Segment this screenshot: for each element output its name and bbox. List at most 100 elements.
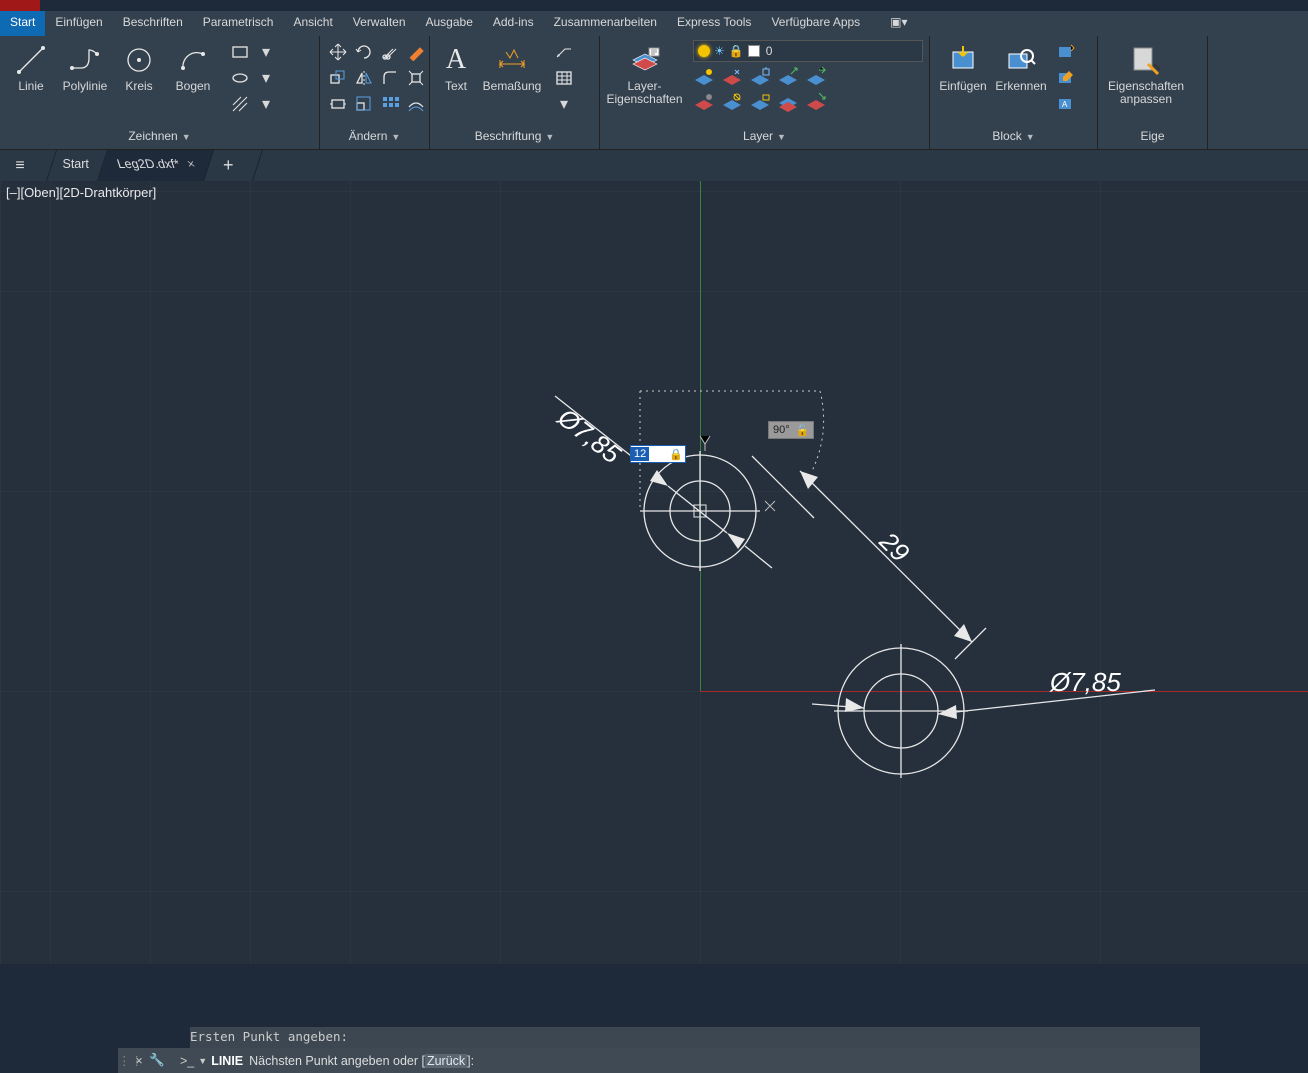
tab-addins[interactable]: Add-ins bbox=[483, 11, 544, 36]
close-cmd-icon[interactable]: × bbox=[130, 1054, 148, 1068]
panel-modify: Ändern▼ bbox=[320, 36, 430, 149]
lock-open-icon: 🔓 bbox=[796, 424, 810, 437]
drawing-canvas[interactable]: [–][Oben][2D-Drahtkörper] /*grid drawn b… bbox=[0, 181, 1308, 964]
swatch-icon bbox=[748, 45, 760, 57]
block-create-button[interactable] bbox=[1054, 40, 1078, 64]
hamburger-icon[interactable]: ≡ bbox=[0, 150, 40, 181]
panel-layer: Layer- Eigenschaften ☀ 🔒 0 bbox=[600, 36, 930, 149]
freeze-icon: ☀ bbox=[714, 44, 725, 58]
table-button[interactable] bbox=[552, 66, 576, 90]
file-tab-active[interactable]: Leg2D.dxf*× bbox=[98, 150, 214, 181]
layer-tool-3[interactable] bbox=[749, 66, 771, 88]
tab-zusammenarbeiten[interactable]: Zusammenarbeiten bbox=[544, 11, 667, 36]
grip-icon[interactable]: ⋮⋮ bbox=[118, 1053, 130, 1068]
panel-block: Einfügen Erkennen A Block▼ bbox=[930, 36, 1098, 149]
layer-tool-8[interactable] bbox=[749, 91, 771, 113]
tab-verwalten[interactable]: Verwalten bbox=[343, 11, 416, 36]
command-line[interactable]: ⋮⋮ × 🔧 >_ ▼ LINIE Nächsten Punkt angeben… bbox=[118, 1048, 1200, 1073]
tab-einfuegen[interactable]: Einfügen bbox=[45, 11, 112, 36]
layer-tool-grid bbox=[693, 66, 923, 113]
layer-tool-5[interactable] bbox=[805, 66, 827, 88]
layer-tool-9[interactable] bbox=[777, 91, 799, 113]
tab-start[interactable]: Start bbox=[0, 11, 45, 36]
scale-button[interactable] bbox=[352, 92, 376, 116]
ellipse-button[interactable] bbox=[228, 66, 252, 90]
distance-input[interactable]: 12🔒 bbox=[630, 445, 686, 463]
ellipse-dd[interactable]: ▾ bbox=[254, 66, 278, 90]
stretch-button[interactable] bbox=[326, 92, 350, 116]
panel-draw: Linie Polylinie Kreis Bogen ▾ ▾ ▾ Zeichn… bbox=[0, 36, 320, 149]
panel-modify-title[interactable]: Ändern▼ bbox=[320, 127, 429, 149]
panel-layer-title[interactable]: Layer▼ bbox=[600, 127, 929, 149]
lock-icon: 🔒 bbox=[729, 44, 744, 58]
ribbon: Linie Polylinie Kreis Bogen ▾ ▾ ▾ Zeichn… bbox=[0, 36, 1308, 150]
command-option[interactable]: Zurück bbox=[425, 1054, 467, 1068]
insert-button[interactable]: Einfügen bbox=[936, 40, 990, 93]
hatch-dd[interactable]: ▾ bbox=[254, 92, 278, 116]
dim-diam1: Ø7,85 bbox=[552, 401, 627, 469]
layer-tool-1[interactable] bbox=[693, 66, 715, 88]
bulb-icon bbox=[698, 45, 710, 57]
tab-apps[interactable]: Verfügbare Apps bbox=[761, 11, 870, 36]
move-button[interactable] bbox=[326, 40, 350, 64]
layer-name: 0 bbox=[766, 44, 922, 58]
tab-beschriften[interactable]: Beschriften bbox=[113, 11, 193, 36]
block-attr-button[interactable]: A bbox=[1054, 92, 1078, 116]
match-props-button[interactable]: Eigenschaften anpassen bbox=[1104, 40, 1188, 106]
panel-props-title[interactable]: Eige bbox=[1098, 127, 1207, 149]
layer-props-button[interactable]: Layer- Eigenschaften bbox=[606, 40, 683, 106]
panel-draw-title[interactable]: Zeichnen▼ bbox=[0, 127, 319, 149]
dimension-button[interactable]: Bemaßung bbox=[480, 40, 544, 93]
ribbon-tabs: Start Einfügen Beschriften Parametrisch … bbox=[0, 11, 1308, 36]
close-icon[interactable]: × bbox=[185, 157, 197, 171]
trim-button[interactable] bbox=[378, 40, 402, 64]
panel-annotate: AText Bemaßung ▾ Beschriftung▼ bbox=[430, 36, 600, 149]
arc-button[interactable]: Bogen bbox=[168, 40, 218, 93]
dim-diam2: Ø7,85 bbox=[1049, 667, 1121, 697]
mirror-button[interactable] bbox=[352, 66, 376, 90]
anno-dd[interactable]: ▾ bbox=[552, 92, 576, 116]
lock-icon: 🔒 bbox=[667, 448, 685, 461]
command-history: Ersten Punkt angeben: bbox=[190, 1027, 1200, 1048]
wrench-icon[interactable]: 🔧 bbox=[148, 1053, 166, 1068]
tab-featured[interactable]: ▣▾ bbox=[880, 11, 917, 36]
erase-button[interactable] bbox=[404, 40, 428, 64]
tab-ansicht[interactable]: Ansicht bbox=[283, 11, 342, 36]
layer-tool-6[interactable] bbox=[693, 91, 715, 113]
rotate-button[interactable] bbox=[352, 40, 376, 64]
line-button[interactable]: Linie bbox=[6, 40, 56, 93]
panel-annotate-title[interactable]: Beschriftung▼ bbox=[430, 127, 599, 149]
dim-dist: 29 bbox=[873, 525, 915, 567]
explode-button[interactable] bbox=[404, 66, 428, 90]
angle-input[interactable]: 90°🔓 bbox=[768, 421, 814, 439]
circle-button[interactable]: Kreis bbox=[114, 40, 164, 93]
rect-button[interactable] bbox=[228, 40, 252, 64]
hatch-button[interactable] bbox=[228, 92, 252, 116]
cmd-history-dd[interactable]: ▼ bbox=[198, 1056, 207, 1066]
layer-tool-4[interactable] bbox=[777, 66, 799, 88]
layer-combo[interactable]: ☀ 🔒 0 bbox=[693, 40, 923, 62]
block-edit-button[interactable] bbox=[1054, 66, 1078, 90]
text-button[interactable]: AText bbox=[436, 40, 476, 93]
panel-block-title[interactable]: Block▼ bbox=[930, 127, 1097, 149]
tab-parametrisch[interactable]: Parametrisch bbox=[193, 11, 284, 36]
command-name: LINIE bbox=[211, 1054, 243, 1068]
title-bar bbox=[0, 0, 1308, 11]
array-button[interactable] bbox=[378, 92, 402, 116]
tab-express[interactable]: Express Tools bbox=[667, 11, 761, 36]
app-logo bbox=[0, 0, 40, 11]
offset-button[interactable] bbox=[404, 92, 428, 116]
rect-dd[interactable]: ▾ bbox=[254, 40, 278, 64]
drawing-svg: Ø7,85 Ø7,85 29 bbox=[0, 181, 1200, 964]
polyline-button[interactable]: Polylinie bbox=[60, 40, 110, 93]
layer-tool-2[interactable] bbox=[721, 66, 743, 88]
leader-button[interactable] bbox=[552, 40, 576, 64]
detect-button[interactable]: Erkennen bbox=[994, 40, 1048, 93]
panel-props: Eigenschaften anpassen Eige bbox=[1098, 36, 1208, 149]
svg-text:A: A bbox=[1062, 100, 1068, 109]
copy-button[interactable] bbox=[326, 66, 350, 90]
tab-ausgabe[interactable]: Ausgabe bbox=[416, 11, 483, 36]
fillet-button[interactable] bbox=[378, 66, 402, 90]
layer-tool-7[interactable] bbox=[721, 91, 743, 113]
layer-tool-10[interactable] bbox=[805, 91, 827, 113]
